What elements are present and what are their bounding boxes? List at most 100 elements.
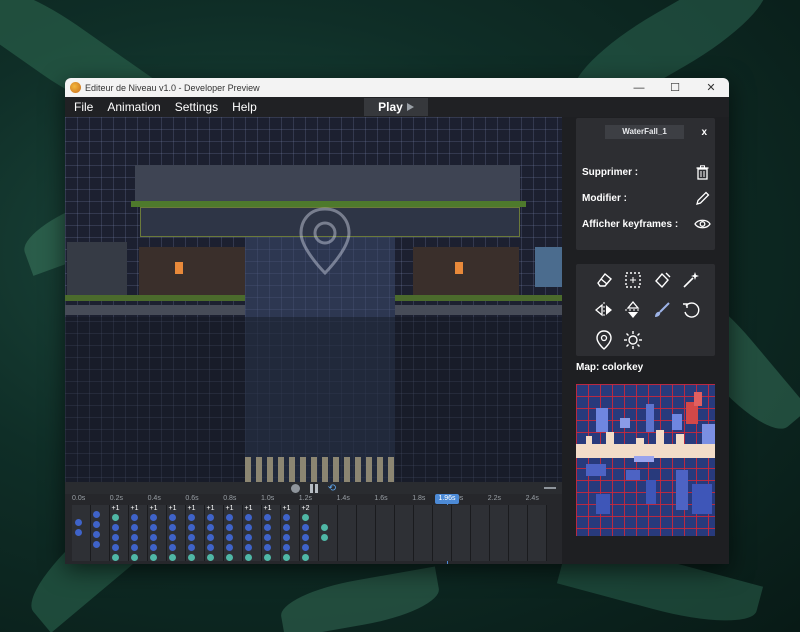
keyframe-dot[interactable] [150, 514, 157, 521]
keyframe-dot[interactable] [245, 544, 252, 551]
level-viewport[interactable] [65, 117, 562, 482]
keyframe-dot[interactable] [207, 534, 214, 541]
keyframe-dot[interactable] [321, 524, 328, 531]
keyframe-dot[interactable] [207, 544, 214, 551]
bucket-erase-icon[interactable] [650, 268, 674, 292]
keyframe-dot[interactable] [226, 514, 233, 521]
keyframe-dot[interactable] [283, 534, 290, 541]
record-icon[interactable] [290, 483, 300, 493]
frame-cell[interactable] [110, 505, 129, 561]
keyframe-track[interactable]: +1 +1 +1 +1 +1 +1 +1 +1 +1 +1 +2 [65, 505, 548, 561]
object-name-tab[interactable]: WaterFall_1 [605, 125, 684, 139]
keyframe-dot[interactable] [245, 534, 252, 541]
menu-settings[interactable]: Settings [175, 100, 218, 114]
keyframe-dot[interactable] [131, 544, 138, 551]
collapse-timeline-icon[interactable] [544, 487, 556, 489]
keyframe-dot[interactable] [264, 514, 271, 521]
keyframe-dot[interactable] [169, 544, 176, 551]
keyframe-dot[interactable] [169, 554, 176, 561]
keyframe-dot[interactable] [169, 524, 176, 531]
frame-cell[interactable] [243, 505, 262, 561]
frame-cell[interactable] [395, 505, 414, 561]
keyframe-dot[interactable] [112, 524, 119, 531]
frame-cell[interactable] [300, 505, 319, 561]
frame-cell[interactable] [433, 505, 452, 561]
keyframe-dot[interactable] [93, 521, 100, 528]
keyframe-dot[interactable] [150, 554, 157, 561]
keyframe-dot[interactable] [169, 514, 176, 521]
keyframe-dot[interactable] [75, 529, 82, 536]
flip-vertical-icon[interactable] [621, 298, 645, 322]
menu-help[interactable]: Help [232, 100, 257, 114]
keyframe-dot[interactable] [131, 534, 138, 541]
keyframe-dot[interactable] [112, 544, 119, 551]
frame-cell[interactable] [319, 505, 338, 561]
menu-file[interactable]: File [74, 100, 93, 114]
keyframe-dot[interactable] [188, 514, 195, 521]
keyframe-dot[interactable] [93, 511, 100, 518]
keyframe-dot[interactable] [226, 554, 233, 561]
frame-cell[interactable] [338, 505, 357, 561]
eye-icon[interactable] [692, 215, 712, 233]
keyframe-dot[interactable] [207, 524, 214, 531]
frame-cell[interactable] [186, 505, 205, 561]
keyframe-dot[interactable] [302, 554, 309, 561]
keyframe-dot[interactable] [264, 554, 271, 561]
keyframe-dot[interactable] [93, 541, 100, 548]
keyframe-dot[interactable] [302, 524, 309, 531]
flip-horizontal-icon[interactable] [592, 298, 616, 322]
magic-wand-icon[interactable] [679, 268, 703, 292]
keyframe-dot[interactable] [245, 524, 252, 531]
keyframe-dot[interactable] [302, 514, 309, 521]
keyframe-dot[interactable] [131, 554, 138, 561]
close-window-button[interactable]: ✕ [693, 81, 729, 94]
keyframe-dot[interactable] [321, 534, 328, 541]
keyframe-dot[interactable] [112, 514, 119, 521]
keyframe-dot[interactable] [131, 524, 138, 531]
keyframe-dot[interactable] [283, 524, 290, 531]
frame-cell[interactable] [167, 505, 186, 561]
frame-cell[interactable] [262, 505, 281, 561]
pause-icon[interactable] [309, 483, 318, 493]
keyframe-dot[interactable] [112, 554, 119, 561]
frame-cell[interactable] [490, 505, 509, 561]
keyframe-dot[interactable] [188, 544, 195, 551]
frame-cell[interactable] [357, 505, 376, 561]
frame-cell[interactable] [281, 505, 300, 561]
playhead-time[interactable]: 1.96s [435, 494, 459, 504]
frame-cell[interactable] [414, 505, 433, 561]
keyframe-dot[interactable] [245, 554, 252, 561]
keyframe-dot[interactable] [264, 524, 271, 531]
keyframe-dot[interactable] [188, 534, 195, 541]
keyframe-dot[interactable] [226, 534, 233, 541]
frame-cell[interactable] [528, 505, 547, 561]
keyframe-dot[interactable] [264, 534, 271, 541]
frame-cell[interactable] [129, 505, 148, 561]
time-ruler[interactable]: 0.0s 0.2s 0.4s 0.6s 0.8s 1.0s 1.2s 1.4s 1.6s 1.8s… [65, 494, 562, 505]
keyframe-dot[interactable] [188, 524, 195, 531]
keyframe-dot[interactable] [188, 554, 195, 561]
keyframe-dot[interactable] [93, 531, 100, 538]
frame-cell[interactable] [452, 505, 471, 561]
select-rect-icon[interactable] [621, 268, 645, 292]
frame-cell[interactable] [224, 505, 243, 561]
sun-icon[interactable] [621, 328, 645, 352]
keyframe-dot[interactable] [150, 534, 157, 541]
colorkey-map[interactable] [576, 384, 715, 536]
frame-cell[interactable] [509, 505, 528, 561]
play-button[interactable]: Play [364, 98, 428, 116]
undo-icon[interactable] [679, 298, 703, 322]
keyframe-dot[interactable] [283, 544, 290, 551]
keyframe-dot[interactable] [207, 514, 214, 521]
close-inspector-button[interactable]: x [701, 127, 707, 138]
maximize-button[interactable]: ☐ [657, 81, 693, 94]
keyframe-dot[interactable] [226, 544, 233, 551]
frame-cell[interactable] [471, 505, 490, 561]
keyframe-dot[interactable] [150, 524, 157, 531]
frame-cell[interactable] [148, 505, 167, 561]
keyframe-dot[interactable] [264, 544, 271, 551]
menu-animation[interactable]: Animation [107, 100, 160, 114]
keyframe-dot[interactable] [283, 554, 290, 561]
map-pin-icon[interactable] [592, 328, 616, 352]
keyframe-dot[interactable] [302, 544, 309, 551]
